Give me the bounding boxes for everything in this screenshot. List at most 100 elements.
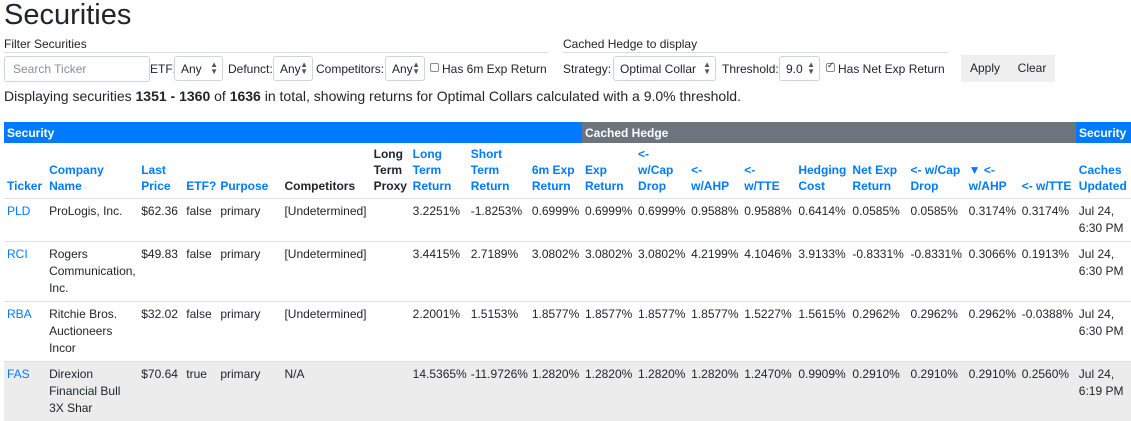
net-exp-checkbox[interactable] <box>826 63 835 72</box>
table-row: RCIRogers Communication, Inc.$49.83false… <box>4 242 1131 302</box>
cell-ticker[interactable]: FAS <box>4 362 46 421</box>
competitors-select-value: Any <box>392 62 413 76</box>
cell-net-cap-drop: -0.8331% <box>908 242 966 302</box>
cell-long-term-return: 3.2251% <box>410 199 468 242</box>
cell-competitors: [Undetermined] <box>281 242 370 302</box>
summary-prefix: Displaying securities <box>4 88 136 104</box>
col-header-net-ahp[interactable]: ▼ <- w/AHP <box>966 143 1019 199</box>
cell-competitors: [Undetermined] <box>281 302 370 362</box>
group-header-security: Security <box>4 122 582 143</box>
cell-company-name: ProLogis, Inc. <box>46 199 138 242</box>
cell-ticker[interactable]: PLD <box>4 199 46 242</box>
cell-6m-exp-return: 3.0802% <box>529 242 582 302</box>
apply-button[interactable]: Apply <box>961 55 1009 82</box>
cell-long-term-proxy <box>371 242 410 302</box>
net-exp-label: Has Net Exp Return <box>838 62 945 76</box>
updown-icon: ▲▼ <box>300 61 308 75</box>
cell-long-term-proxy <box>371 362 410 421</box>
cell-exp-return: 1.2820% <box>582 362 635 421</box>
col-header-net-exp-return[interactable]: Net Exp Return <box>849 143 907 199</box>
cell-hedging-cost: 3.9133% <box>795 242 849 302</box>
cell-exp-cap-drop: 0.6999% <box>635 199 688 242</box>
cell-exp-ahp: 0.9588% <box>688 199 741 242</box>
cell-6m-exp-return: 0.6999% <box>529 199 582 242</box>
col-header-short-term-return[interactable]: Short Term Return <box>468 143 529 199</box>
etf-select[interactable]: Any ▲▼ <box>174 56 223 81</box>
cell-net-ahp: 0.2962% <box>966 302 1019 362</box>
table-header-row: Ticker Company Name Last Price ETF? Purp… <box>4 143 1131 199</box>
col-header-etf[interactable]: ETF? <box>183 143 217 199</box>
filter-legend: Filter Securities <box>4 37 87 51</box>
cell-ticker[interactable]: RBA <box>4 302 46 362</box>
col-header-exp-tte[interactable]: <- w/TTE <box>741 143 795 199</box>
cell-caches-updated: Jul 24, 6:30 PM <box>1076 302 1131 362</box>
col-header-ticker[interactable]: Ticker <box>4 143 46 199</box>
updown-icon: ▲▼ <box>807 61 815 75</box>
cell-net-ahp: 0.2910% <box>966 362 1019 421</box>
cell-long-term-return: 2.2001% <box>410 302 468 362</box>
strategy-select[interactable]: Optimal Collar ▲▼ <box>613 56 716 81</box>
cell-hedging-cost: 0.9909% <box>795 362 849 421</box>
has-6m-label: Has 6m Exp Return <box>442 62 547 76</box>
competitors-select[interactable]: Any ▲▼ <box>385 56 425 81</box>
col-header-net-tte[interactable]: <- w/TTE <box>1019 143 1076 199</box>
cell-net-cap-drop: 0.2910% <box>908 362 966 421</box>
cell-exp-tte: 1.2470% <box>741 362 795 421</box>
col-header-long-term-proxy: Long Term Proxy <box>371 143 410 199</box>
cell-short-term-return: 2.7189% <box>468 242 529 302</box>
summary-suffix: in total, showing returns for Optimal Co… <box>261 88 741 104</box>
results-summary: Displaying securities 1351 - 1360 of 163… <box>4 88 741 104</box>
cell-exp-return: 1.8577% <box>582 302 635 362</box>
cell-ticker[interactable]: RCI <box>4 242 46 302</box>
cell-net-tte: 0.1913% <box>1019 242 1076 302</box>
col-header-exp-return[interactable]: Exp Return <box>582 143 635 199</box>
cell-last-price: $49.83 <box>138 242 183 302</box>
cell-6m-exp-return: 1.8577% <box>529 302 582 362</box>
search-input[interactable] <box>4 56 150 82</box>
cell-net-exp-return: 0.0585% <box>849 199 907 242</box>
defunct-select[interactable]: Any ▲▼ <box>273 56 313 81</box>
col-header-long-term-return[interactable]: Long Term Return <box>410 143 468 199</box>
col-header-net-cap-drop[interactable]: <- w/Cap Drop <box>908 143 966 199</box>
clear-button[interactable]: Clear <box>1009 55 1055 82</box>
cell-caches-updated: Jul 24, 6:30 PM <box>1076 242 1131 302</box>
col-header-company-name[interactable]: Company Name <box>46 143 138 199</box>
has-6m-checkbox[interactable] <box>430 63 439 72</box>
cell-net-exp-return: -0.8331% <box>849 242 907 302</box>
cell-6m-exp-return: 1.2820% <box>529 362 582 421</box>
updown-icon: ▲▼ <box>412 61 420 75</box>
col-header-caches-updated[interactable]: Caches Updated <box>1076 143 1131 199</box>
cell-exp-cap-drop: 3.0802% <box>635 242 688 302</box>
col-header-6m-exp-return[interactable]: 6m Exp Return <box>529 143 582 199</box>
cell-exp-tte: 4.1046% <box>741 242 795 302</box>
hedge-legend: Cached Hedge to display <box>563 37 697 51</box>
threshold-select[interactable]: 9.0 ▲▼ <box>779 56 820 81</box>
cell-company-name: Ritchie Bros. Auctioneers Incor <box>46 302 138 362</box>
col-header-exp-ahp[interactable]: <- w/AHP <box>688 143 741 199</box>
cell-net-tte: -0.0388% <box>1019 302 1076 362</box>
hedge-divider <box>563 52 948 53</box>
cell-net-cap-drop: 0.0585% <box>908 199 966 242</box>
col-header-hedging-cost[interactable]: Hedging Cost <box>795 143 849 199</box>
strategy-select-value: Optimal Collar <box>620 62 696 76</box>
cell-company-name: Rogers Communication, Inc. <box>46 242 138 302</box>
table-row: PLDProLogis, Inc.$62.36falseprimary[Unde… <box>4 199 1131 242</box>
cell-hedging-cost: 0.6414% <box>795 199 849 242</box>
etf-label: ETF: <box>150 62 176 76</box>
cell-net-ahp: 0.3066% <box>966 242 1019 302</box>
cell-net-tte: 0.2560% <box>1019 362 1076 421</box>
cell-exp-ahp: 1.8577% <box>688 302 741 362</box>
col-header-purpose[interactable]: Purpose <box>217 143 281 199</box>
threshold-select-value: 9.0 <box>786 62 803 76</box>
cell-competitors: N/A <box>281 362 370 421</box>
cell-exp-ahp: 1.2820% <box>688 362 741 421</box>
etf-select-value: Any <box>181 62 202 76</box>
cell-net-cap-drop: 0.2962% <box>908 302 966 362</box>
col-header-competitors: Competitors <box>281 143 370 199</box>
cell-hedging-cost: 1.5615% <box>795 302 849 362</box>
cell-etf: false <box>183 242 217 302</box>
summary-range: 1351 - 1360 <box>136 88 211 104</box>
col-header-last-price[interactable]: Last Price <box>138 143 183 199</box>
summary-of: of <box>210 88 229 104</box>
col-header-exp-cap-drop[interactable]: <- w/Cap Drop <box>635 143 688 199</box>
